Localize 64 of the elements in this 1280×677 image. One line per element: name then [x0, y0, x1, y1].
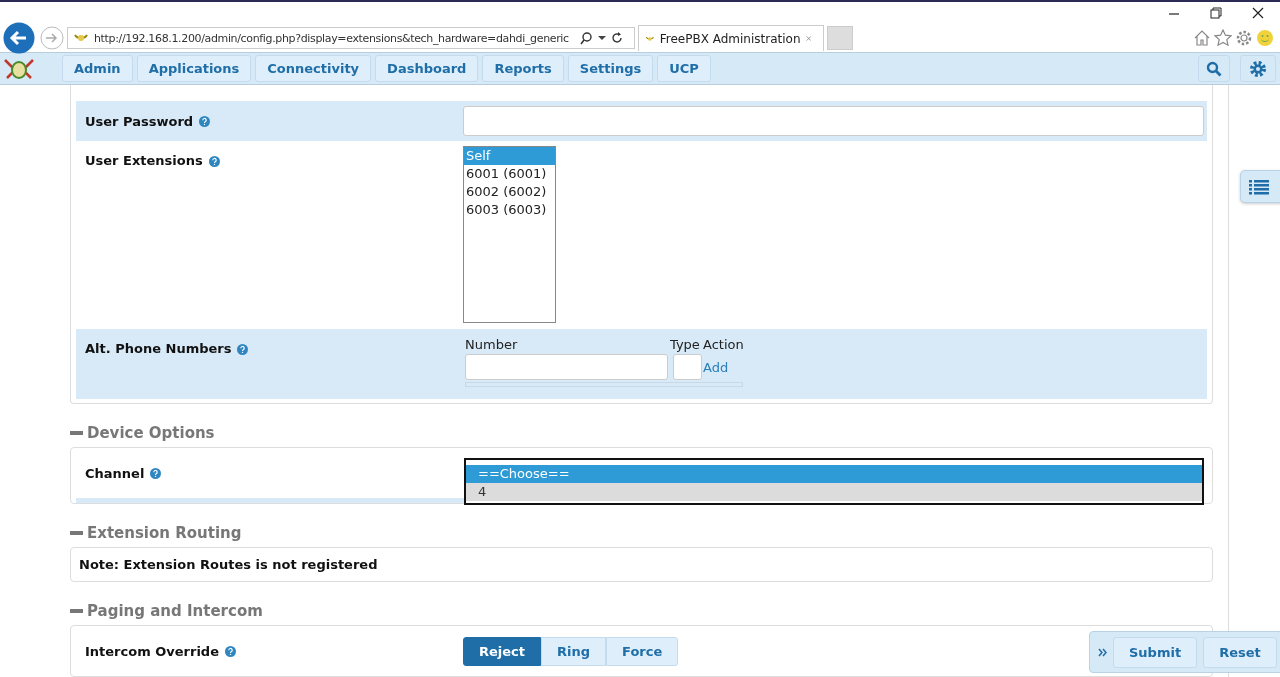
- star-icon[interactable]: [1214, 29, 1232, 47]
- browser-tab[interactable]: FreePBX Administration: [638, 25, 824, 51]
- help-icon[interactable]: [225, 645, 236, 657]
- list-option[interactable]: 6002 (6002): [464, 183, 555, 201]
- section-title[interactable]: Extension Routing: [87, 524, 242, 543]
- toggle-option-button[interactable]: Reject: [463, 636, 542, 666]
- close-icon[interactable]: [1252, 7, 1264, 19]
- collapse-icon[interactable]: [70, 531, 83, 536]
- list-icon[interactable]: [1249, 178, 1269, 195]
- list-option[interactable]: Self: [464, 147, 555, 165]
- search-button[interactable]: [1198, 55, 1230, 82]
- field-label: User Extensions: [85, 153, 203, 168]
- help-icon[interactable]: [237, 344, 249, 355]
- url-text: http://192.168.1.200/admin/config.php?display=extensions&tech_hardware=dahdi_generic: [94, 31, 570, 45]
- settings-button[interactable]: [1240, 55, 1276, 82]
- nav-menu-button[interactable]: Settings: [567, 55, 654, 82]
- extensions-listbox[interactable]: Self 6001 (6001) 6002 (6002) 6003 (6003): [463, 146, 556, 323]
- nav-menu-button[interactable]: Dashboard: [375, 55, 479, 82]
- toggle-option-button[interactable]: Ring: [541, 636, 607, 666]
- address-bar[interactable]: http://192.168.1.200/admin/config.php?display=extensions&tech_hardware=dahdi_generic: [67, 27, 635, 49]
- form-action-button[interactable]: Reset: [1203, 636, 1277, 668]
- settings-icon[interactable]: [1249, 59, 1267, 78]
- nav-menu-button[interactable]: Reports: [482, 55, 564, 82]
- list-option[interactable]: 6001 (6001): [464, 165, 555, 183]
- nav-menu-button[interactable]: UCP: [657, 55, 711, 82]
- type-field[interactable]: [673, 354, 702, 380]
- refresh-icon[interactable]: [611, 31, 623, 45]
- help-icon[interactable]: [150, 467, 162, 479]
- help-icon[interactable]: [208, 156, 220, 167]
- field-label: Alt. Phone Numbers: [85, 341, 232, 356]
- column-header: Type: [670, 337, 701, 352]
- tab-title: FreePBX Administration: [659, 31, 801, 46]
- home-icon[interactable]: [1193, 29, 1211, 47]
- smiley-icon[interactable]: [1256, 29, 1274, 47]
- site-icon: [73, 32, 89, 44]
- field-label: Channel: [85, 465, 145, 481]
- nav-menu-button[interactable]: Connectivity: [255, 55, 372, 82]
- settings-icon[interactable]: [1235, 29, 1253, 47]
- password-field[interactable]: [463, 106, 1204, 136]
- collapse-icon[interactable]: [70, 431, 83, 436]
- column-header: Action: [703, 337, 745, 352]
- toggle-option-button[interactable]: Force: [606, 636, 679, 666]
- list-view-button[interactable]: [1240, 170, 1280, 203]
- dropdown-option[interactable]: 4: [466, 483, 1202, 502]
- double-chevron-icon[interactable]: [1098, 647, 1107, 657]
- form-action-button[interactable]: Submit: [1113, 636, 1198, 668]
- channel-dropdown-list[interactable]: ==Choose== 4: [464, 458, 1204, 506]
- nav-menu-button[interactable]: Applications: [136, 55, 252, 82]
- note-text: Note: Extension Routes is not registered: [79, 557, 378, 573]
- dropdown-option[interactable]: ==Choose==: [466, 465, 1202, 484]
- column-header: Number: [465, 337, 519, 352]
- section-title[interactable]: Paging and Intercom: [87, 601, 263, 620]
- section-title[interactable]: Device Options: [87, 424, 215, 443]
- add-link[interactable]: Add: [703, 359, 751, 375]
- collapse-icon[interactable]: [70, 608, 83, 613]
- search-icon[interactable]: [579, 31, 593, 45]
- help-icon[interactable]: [199, 115, 211, 127]
- dropdown-caret-icon[interactable]: [598, 35, 606, 41]
- number-field[interactable]: [465, 354, 668, 380]
- restore-icon[interactable]: [1210, 7, 1222, 19]
- field-label: Intercom Override: [85, 643, 219, 659]
- nav-menu-button[interactable]: Admin: [62, 55, 133, 82]
- field-label: User Password: [85, 113, 194, 129]
- list-option[interactable]: 6003 (6003): [464, 201, 555, 219]
